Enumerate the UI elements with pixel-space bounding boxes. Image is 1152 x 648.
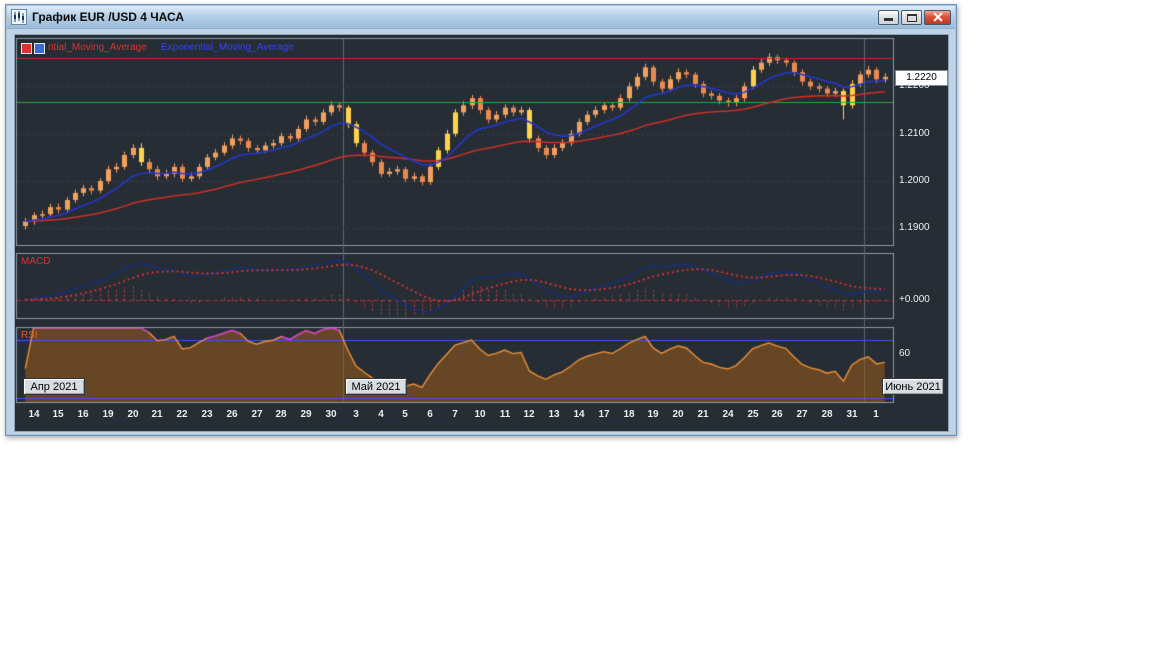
x-tick-label: 15 [52,409,63,420]
close-icon [925,11,950,24]
x-tick-label: 3 [353,409,359,420]
x-tick-label: 7 [452,409,458,420]
x-tick-label: 14 [28,409,39,420]
minimize-button[interactable] [878,10,899,25]
x-tick-label: 16 [77,409,88,420]
x-tick-label: 23 [201,409,212,420]
x-tick-label: 24 [722,409,733,420]
x-tick-label: 28 [275,409,286,420]
window-controls [878,10,951,25]
close-button[interactable] [924,10,951,25]
macd-tick-label: +0.000 [899,294,930,305]
x-tick-label: 1 [873,409,879,420]
x-tick-label: 21 [697,409,708,420]
rsi-tick-label: 60 [899,348,910,359]
x-tick-label: 6 [427,409,433,420]
chart-canvas[interactable] [15,35,948,431]
price-tick-label: 1.2200 [899,80,930,91]
x-tick-label: 26 [226,409,237,420]
x-tick-label: 20 [672,409,683,420]
x-tick-label: 12 [523,409,534,420]
price-tick-label: 1.1900 [899,222,930,233]
x-tick-label: 31 [846,409,857,420]
x-tick-label: 14 [573,409,584,420]
x-tick-label: 27 [796,409,807,420]
x-tick-label: 13 [548,409,559,420]
price-tick-label: 1.2100 [899,128,930,139]
x-tick-label: 19 [102,409,113,420]
maximize-icon [907,14,917,22]
x-tick-label: 10 [474,409,485,420]
maximize-button[interactable] [901,10,922,25]
x-tick-label: 30 [325,409,336,420]
month-button-may[interactable]: Май 2021 [345,378,407,395]
x-tick-label: 4 [378,409,384,420]
minimize-icon [884,18,893,21]
x-tick-label: 18 [623,409,634,420]
month-button-apr[interactable]: Апр 2021 [23,378,85,395]
x-tick-label: 29 [300,409,311,420]
x-tick-label: 17 [598,409,609,420]
x-tick-label: 27 [251,409,262,420]
legend-red-square-icon[interactable] [21,43,32,54]
x-tick-label: 22 [176,409,187,420]
price-tick-label: 1.2000 [899,175,930,186]
chart-area[interactable]: ntial_Moving_Average Exponential_Moving_… [14,34,949,432]
x-tick-label: 20 [127,409,138,420]
legend-blue-square-icon[interactable] [34,43,45,54]
x-tick-label: 11 [500,409,511,420]
window-title: График EUR /USD 4 ЧАСА [32,10,878,24]
x-tick-label: 19 [647,409,658,420]
x-tick-label: 5 [402,409,408,420]
month-button-jun[interactable]: Июнь 2021 [882,378,944,395]
chart-app-icon [11,9,27,25]
x-tick-label: 26 [771,409,782,420]
x-tick-label: 28 [821,409,832,420]
x-tick-label: 25 [747,409,758,420]
window-titlebar[interactable]: График EUR /USD 4 ЧАСА [7,6,955,29]
chart-window: График EUR /USD 4 ЧАСА ntial_Moving_Aver… [5,4,957,436]
x-tick-label: 21 [151,409,162,420]
